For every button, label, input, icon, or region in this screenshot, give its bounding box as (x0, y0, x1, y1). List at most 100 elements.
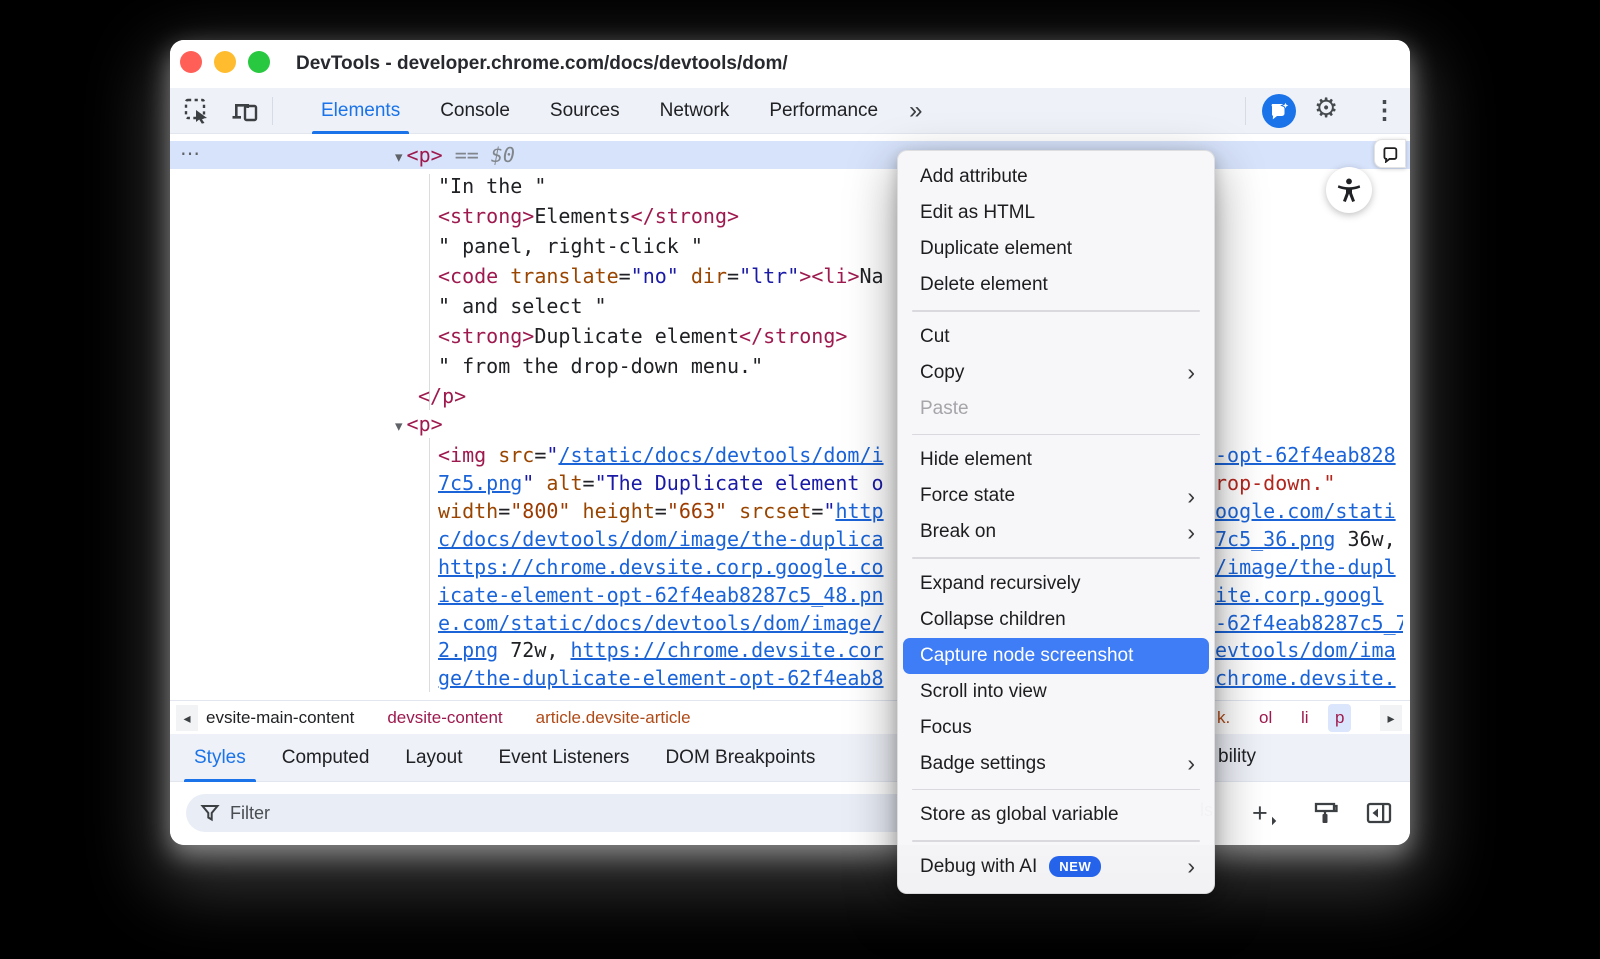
row-overflow-dots[interactable]: ⋯ (180, 141, 201, 169)
menu-item-paste[interactable]: Paste (903, 391, 1209, 427)
code-token: $0 (491, 143, 515, 167)
menu-item-label: Badge settings (920, 753, 1046, 775)
dom-tree-line[interactable]: <strong>Duplicate element</strong> (438, 322, 847, 350)
breadcrumb-scroll-left[interactable]: ◂ (176, 705, 198, 731)
tab-elements[interactable]: Elements (302, 88, 419, 134)
menu-item-store-as-global-variable[interactable]: Store as global variable (903, 797, 1209, 833)
menu-item-scroll-into-view[interactable]: Scroll into view (903, 674, 1209, 710)
dom-tree-line[interactable]: e.com/static/docs/devtools/dom/image/ (438, 609, 884, 637)
menu-item-add-attribute[interactable]: Add attribute (903, 159, 1209, 195)
menu-item-label: Debug with AI (920, 856, 1037, 878)
menu-item-force-state[interactable]: Force state› (903, 478, 1209, 514)
dom-tree-line[interactable]: ge/the-duplicate-element-opt-62f4eab8 (438, 664, 884, 692)
breadcrumb-item[interactable]: article.devsite-article (530, 706, 697, 730)
menu-item-break-on[interactable]: Break on› (903, 514, 1209, 550)
tab-console[interactable]: Console (421, 88, 529, 134)
dom-tree-line[interactable]: ▾<p> == $0 (395, 141, 515, 169)
menu-item-capture-node-screenshot[interactable]: Capture node screenshot (903, 638, 1209, 674)
dom-tree-line[interactable]: " and select " (438, 292, 607, 320)
breadcrumb-item[interactable]: evsite-main-content (200, 706, 360, 730)
breadcrumb-item[interactable]: devsite-content (381, 706, 508, 730)
dom-tree-line[interactable]: ▾<p> (395, 410, 443, 438)
dom-tree-line[interactable]: width="800" height="663" srcset="http (438, 497, 884, 525)
new-style-rule-icon[interactable]: + (1252, 798, 1268, 828)
code-token: </strong> (631, 204, 739, 228)
code-token: srcset (739, 499, 811, 523)
tab-layout[interactable]: Layout (387, 734, 480, 782)
dom-tree-line[interactable]: https://chrome.devsite.corp.google.co (438, 553, 884, 581)
menu-item-focus[interactable]: Focus (903, 710, 1209, 746)
code-token: 36w, (1335, 527, 1395, 551)
inspect-element-icon[interactable] (182, 97, 212, 125)
breadcrumb-item[interactable]: p (1328, 704, 1351, 732)
menu-item-collapse-children[interactable]: Collapse children (903, 602, 1209, 638)
close-window-button[interactable] (180, 51, 202, 73)
code-token: = (498, 499, 510, 523)
dom-tree-line[interactable]: </p> (418, 382, 466, 410)
code-token: chrome.devsite. (1215, 666, 1396, 690)
code-token: dir (691, 264, 727, 288)
menu-item-expand-recursively[interactable]: Expand recursively (903, 566, 1209, 602)
ai-assistance-icon[interactable] (1262, 94, 1296, 128)
tab-dom-breakpoints[interactable]: DOM Breakpoints (647, 734, 833, 782)
code-token: = (619, 264, 631, 288)
code-token: 7c5_36.png (1215, 527, 1335, 551)
code-token: <p> (407, 412, 443, 436)
dom-tree-line[interactable]: <img src="/static/docs/devtools/dom/i (438, 441, 884, 469)
kebab-menu-icon[interactable]: ⋮ (1372, 95, 1397, 125)
capture-node-popout-icon[interactable] (1374, 139, 1406, 168)
tab-accessibility-clipped[interactable]: bility (1218, 746, 1256, 768)
rendering-emulation-brush-icon[interactable] (1312, 798, 1338, 828)
breadcrumb-scroll-right[interactable]: ▸ (1380, 705, 1402, 731)
menu-item-edit-as-html[interactable]: Edit as HTML (903, 195, 1209, 231)
dom-tree-line[interactable]: 7c5.png" alt="The Duplicate element o (438, 469, 884, 497)
dom-tree-line[interactable]: " panel, right-click " (438, 232, 703, 260)
code-token: height (583, 499, 655, 523)
code-token: 72w, (498, 638, 570, 662)
tab-network[interactable]: Network (641, 88, 749, 134)
dom-tree-line[interactable]: " from the drop-down menu." (438, 352, 763, 380)
menu-item-duplicate-element[interactable]: Duplicate element (903, 231, 1209, 267)
breadcrumb-item[interactable]: ol (1252, 704, 1279, 732)
minimize-window-button[interactable] (214, 51, 236, 73)
code-token: /static/docs/devtools/dom/i (558, 443, 883, 467)
menu-item-debug-with-ai[interactable]: Debug with AINEW› (903, 849, 1209, 885)
menu-item-copy[interactable]: Copy› (903, 355, 1209, 391)
code-token: </p> (418, 384, 466, 408)
menu-separator (912, 789, 1200, 791)
menu-item-cut[interactable]: Cut (903, 319, 1209, 355)
zoom-window-button[interactable] (248, 51, 270, 73)
code-token: alt (546, 471, 582, 495)
dom-tree-line-fragment: oogle.com/stati (1215, 497, 1403, 525)
code-token: oogle.com/stati (1215, 499, 1396, 523)
toggle-sidebar-icon[interactable] (1366, 798, 1392, 828)
code-token (570, 499, 582, 523)
settings-gear-icon[interactable]: ⚙ (1314, 93, 1338, 124)
dom-tree-line[interactable]: "In the " (438, 172, 546, 200)
code-token: Elements (534, 204, 630, 228)
dom-tree-line[interactable]: <code translate="no" dir="ltr"><li>Na (438, 262, 884, 290)
device-toolbar-icon[interactable] (230, 97, 260, 125)
tab-styles[interactable]: Styles (176, 734, 264, 782)
menu-item-hide-element[interactable]: Hide element (903, 442, 1209, 478)
menu-item-label: Hide element (920, 449, 1032, 471)
dom-tree-line[interactable]: c/docs/devtools/dom/image/the-duplica (438, 525, 884, 553)
selected-node-row[interactable] (170, 141, 1410, 169)
code-token: http (835, 499, 883, 523)
tab-sources[interactable]: Sources (531, 88, 639, 134)
code-token: " from the drop-down menu." (438, 354, 763, 378)
tab-performance[interactable]: Performance (750, 88, 897, 134)
code-token: = (655, 499, 667, 523)
accessibility-person-icon[interactable] (1326, 167, 1372, 213)
more-tabs-icon[interactable]: » (899, 88, 932, 134)
tab-event-listeners[interactable]: Event Listeners (480, 734, 647, 782)
code-token: = (811, 499, 823, 523)
dom-tree-line[interactable]: icate-element-opt-62f4eab8287c5_48.pn (438, 581, 884, 609)
dom-tree-line[interactable]: <strong>Elements</strong> (438, 202, 739, 230)
submenu-chevron-icon: › (1187, 855, 1195, 878)
menu-item-badge-settings[interactable]: Badge settings› (903, 746, 1209, 782)
menu-item-delete-element[interactable]: Delete element (903, 267, 1209, 303)
tab-computed[interactable]: Computed (264, 734, 388, 782)
dom-tree-line[interactable]: 2.png 72w, https://chrome.devsite.cor (438, 636, 884, 664)
breadcrumb-item[interactable]: li (1294, 704, 1316, 732)
